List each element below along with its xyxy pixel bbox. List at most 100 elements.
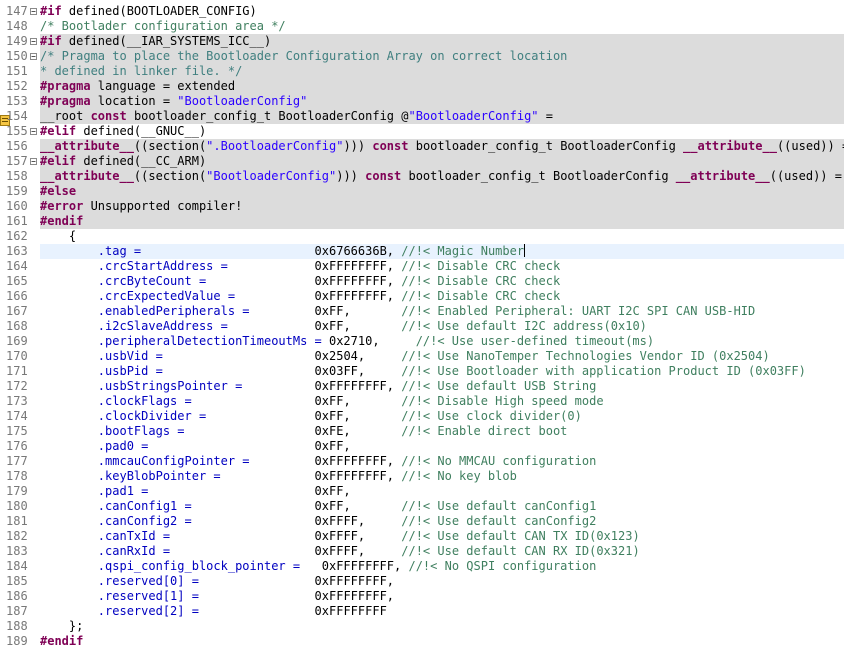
token-plain: defined(__IAR_SYSTEMS_ICC__) <box>68 34 272 48</box>
code-line[interactable]: 179 .pad1 = 0xFF, <box>0 484 844 499</box>
code-text[interactable]: .pad1 = 0xFF, <box>40 484 351 499</box>
code-line[interactable]: 182 .canTxId = 0xFFFF, //!< Use default … <box>0 529 844 544</box>
code-text[interactable]: .enabledPeripherals = 0xFF, //!< Enabled… <box>40 304 755 319</box>
line-number: 158 <box>6 169 28 183</box>
code-line[interactable]: 147 #if defined(BOOTLOADER_CONFIG) <box>0 4 844 19</box>
code-line[interactable]: 151 * defined in linker file. */ <box>0 64 844 79</box>
token-cm: //!< Use Bootloader with application Pro… <box>401 364 806 378</box>
code-text[interactable]: /* Bootlader configuration area */ <box>40 19 286 34</box>
code-text[interactable]: .usbStringsPointer = 0xFFFFFFFF, //!< Us… <box>40 379 597 394</box>
code-line[interactable]: 149 #if defined(__IAR_SYSTEMS_ICC__) <box>0 34 844 49</box>
token-plain: ((section( <box>133 169 207 183</box>
code-text[interactable]: .canRxId = 0xFFFF, //!< Use default CAN … <box>40 544 640 559</box>
code-text[interactable]: .usbVid = 0x2504, //!< Use NanoTemper Te… <box>40 349 770 364</box>
code-text[interactable]: .crcStartAddress = 0xFFFFFFFF, //!< Disa… <box>40 259 560 274</box>
minus-fold-icon[interactable] <box>30 158 37 165</box>
code-line[interactable]: 167 .enabledPeripherals = 0xFF, //!< Ena… <box>0 304 844 319</box>
code-line[interactable]: 178 .keyBlobPointer = 0xFFFFFFFF, //!< N… <box>0 469 844 484</box>
code-line[interactable]: 189 #endif <box>0 634 844 649</box>
code-line[interactable]: 175 .bootFlags = 0xFE, //!< Enable direc… <box>0 424 844 439</box>
code-text[interactable]: /* Pragma to place the Bootloader Config… <box>40 49 567 64</box>
code-line[interactable]: 184 .qspi_config_block_pointer = 0xFFFFF… <box>0 559 844 574</box>
code-text[interactable]: #endif <box>40 634 83 649</box>
code-line[interactable]: 172 .usbStringsPointer = 0xFFFFFFFF, //!… <box>0 379 844 394</box>
code-line[interactable]: 170 .usbVid = 0x2504, //!< Use NanoTempe… <box>0 349 844 364</box>
code-text[interactable]: .crcByteCount = 0xFFFFFFFF, //!< Disable… <box>40 274 560 289</box>
code-line[interactable]: 163 .tag = 0x6766636B, //!< Magic Number <box>0 244 844 259</box>
code-line[interactable]: 180 .canConfig1 = 0xFF, //!< Use default… <box>0 499 844 514</box>
code-text[interactable]: #elif defined(__CC_ARM) <box>40 154 206 169</box>
code-line[interactable]: 176 .pad0 = 0xFF, <box>0 439 844 454</box>
code-text[interactable]: #if defined(BOOTLOADER_CONFIG) <box>40 4 257 19</box>
code-text[interactable]: #elif defined(__GNUC__) <box>40 124 206 139</box>
code-text[interactable]: .crcExpectedValue = 0xFFFFFFFF, //!< Dis… <box>40 289 560 304</box>
code-line[interactable]: 162 { <box>0 229 844 244</box>
code-line[interactable]: 166 .crcExpectedValue = 0xFFFFFFFF, //!<… <box>0 289 844 304</box>
code-line[interactable]: 165 .crcByteCount = 0xFFFFFFFF, //!< Dis… <box>0 274 844 289</box>
code-text[interactable]: .canConfig2 = 0xFFFF, //!< Use default c… <box>40 514 597 529</box>
token-fld: .keyBlobPointer = <box>40 469 228 483</box>
code-line[interactable]: 186 .reserved[1] = 0xFFFFFFFF, <box>0 589 844 604</box>
code-line[interactable]: 169 .peripheralDetectionTimeoutMs = 0x27… <box>0 334 844 349</box>
code-text[interactable]: #endif <box>40 214 83 229</box>
code-line[interactable]: 164 .crcStartAddress = 0xFFFFFFFF, //!< … <box>0 259 844 274</box>
code-line[interactable]: 173 .clockFlags = 0xFF, //!< Disable Hig… <box>0 394 844 409</box>
code-line[interactable]: 154 __root const bootloader_config_t Boot… <box>0 109 844 126</box>
code-text[interactable]: #else <box>40 184 76 199</box>
code-line[interactable]: 160 #error Unsupported compiler! <box>0 199 844 214</box>
code-line[interactable]: 174 .clockDivider = 0xFF, //!< Use clock… <box>0 409 844 424</box>
code-line[interactable]: 188 }; <box>0 619 844 634</box>
code-text[interactable]: .reserved[1] = 0xFFFFFFFF, <box>40 589 394 604</box>
code-text[interactable]: #pragma location = "BootloaderConfig" <box>40 94 307 109</box>
code-text[interactable]: .usbPid = 0x03FF, //!< Use Bootloader wi… <box>40 364 806 379</box>
code-line[interactable]: 183 .canRxId = 0xFFFF, //!< Use default … <box>0 544 844 559</box>
code-line[interactable]: 152 #pragma language = extended <box>0 79 844 94</box>
code-line[interactable]: 148 /* Bootlader configuration area */ <box>0 19 844 34</box>
code-line[interactable]: 158 __attribute__((section("BootloaderCon… <box>0 169 844 184</box>
code-line[interactable]: 157 #elif defined(__CC_ARM) <box>0 154 844 169</box>
code-text[interactable]: .clockFlags = 0xFF, //!< Disable High sp… <box>40 394 604 409</box>
code-text[interactable]: __attribute__((section("BootloaderConfig… <box>40 169 842 184</box>
code-text[interactable]: .mmcauConfigPointer = 0xFFFFFFFF, //!< N… <box>40 454 597 469</box>
code-text[interactable]: .canConfig1 = 0xFF, //!< Use default can… <box>40 499 597 514</box>
code-text[interactable]: .qspi_config_block_pointer = 0xFFFFFFFF,… <box>40 559 597 574</box>
code-text[interactable]: .reserved[2] = 0xFFFFFFFF <box>40 604 387 619</box>
code-text[interactable]: .i2cSlaveAddress = 0xFF, //!< Use defaul… <box>40 319 647 334</box>
code-line[interactable]: 187 .reserved[2] = 0xFFFFFFFF <box>0 604 844 619</box>
code-text[interactable]: __attribute__((section(".BootloaderConfi… <box>40 139 844 154</box>
code-line[interactable]: 185 .reserved[0] = 0xFFFFFFFF, <box>0 574 844 589</box>
code-line[interactable]: 171 .usbPid = 0x03FF, //!< Use Bootloade… <box>0 364 844 379</box>
code-text[interactable]: * defined in linker file. */ <box>40 64 242 79</box>
code-line[interactable]: 161 #endif <box>0 214 844 229</box>
minus-fold-icon[interactable] <box>30 128 37 135</box>
code-line[interactable]: 159 #else <box>0 184 844 199</box>
code-text[interactable]: .peripheralDetectionTimeoutMs = 0x2710, … <box>40 334 654 349</box>
code-text[interactable]: }; <box>40 619 83 634</box>
minus-fold-icon[interactable] <box>30 38 37 45</box>
code-text[interactable]: .canTxId = 0xFFFF, //!< Use default CAN … <box>40 529 640 544</box>
minus-fold-icon[interactable] <box>30 8 37 15</box>
minus-fold-icon[interactable] <box>30 53 37 60</box>
code-editor[interactable]: 147 #if defined(BOOTLOADER_CONFIG) 148 /* B… <box>0 0 844 653</box>
token-plain: 0xFF, <box>213 409 402 423</box>
line-number: 185 <box>6 574 28 588</box>
code-text[interactable]: .clockDivider = 0xFF, //!< Use clock div… <box>40 409 582 424</box>
token-fld: .qspi_config_block_pointer = <box>40 559 308 573</box>
code-text[interactable]: __root const bootloader_config_t Bootloa… <box>40 109 553 124</box>
code-line[interactable]: 156 __attribute__((section(".BootloaderCo… <box>0 139 844 154</box>
code-text[interactable]: .pad0 = 0xFF, <box>40 439 351 454</box>
code-text[interactable]: .keyBlobPointer = 0xFFFFFFFF, //!< No ke… <box>40 469 517 484</box>
code-line[interactable]: 168 .i2cSlaveAddress = 0xFF, //!< Use de… <box>0 319 844 334</box>
code-line[interactable]: 155 #elif defined(__GNUC__) <box>0 124 844 139</box>
code-text[interactable]: .bootFlags = 0xFE, //!< Enable direct bo… <box>40 424 568 439</box>
code-line[interactable]: 153 #pragma location = "BootloaderConfig" <box>0 94 844 109</box>
code-line[interactable]: 181 .canConfig2 = 0xFFFF, //!< Use defau… <box>0 514 844 529</box>
code-text[interactable]: #if defined(__IAR_SYSTEMS_ICC__) <box>40 34 271 49</box>
code-text[interactable]: .reserved[0] = 0xFFFFFFFF, <box>40 574 394 589</box>
code-text[interactable]: { <box>40 229 76 244</box>
code-text[interactable]: #pragma language = extended <box>40 79 235 94</box>
code-line[interactable]: 177 .mmcauConfigPointer = 0xFFFFFFFF, //… <box>0 454 844 469</box>
code-line[interactable]: 150 /* Pragma to place the Bootloader Con… <box>0 49 844 64</box>
code-text[interactable]: .tag = 0x6766636B, //!< Magic Number <box>40 244 526 259</box>
code-text[interactable]: #error Unsupported compiler! <box>40 199 242 214</box>
